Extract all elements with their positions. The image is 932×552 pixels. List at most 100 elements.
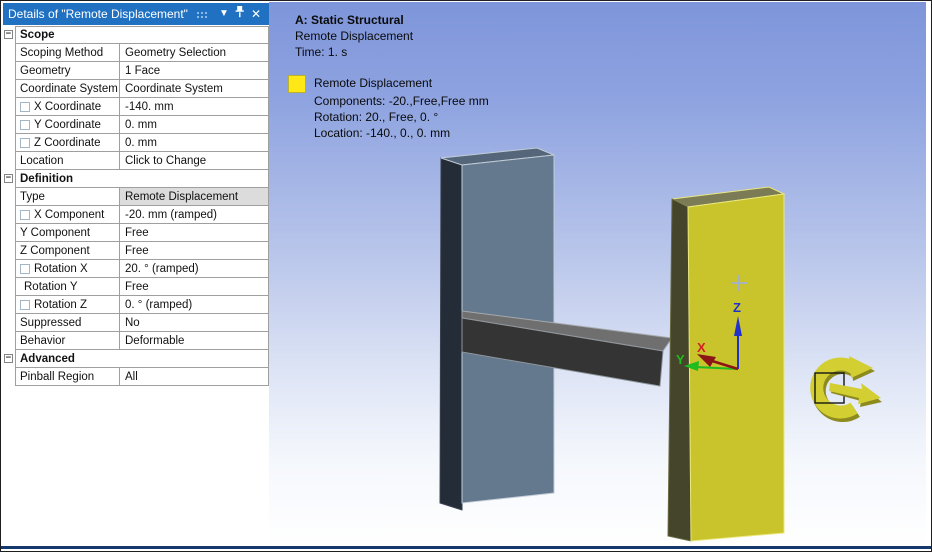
x-axis-label: X bbox=[697, 340, 706, 355]
row-gutter bbox=[3, 206, 15, 224]
parameter-checkbox[interactable] bbox=[20, 263, 30, 274]
row-gutter bbox=[3, 80, 15, 98]
details-row: Y Coordinate 0. mm bbox=[3, 116, 269, 134]
row-label-text: X Coordinate bbox=[34, 100, 102, 113]
details-row: Type Remote Displacement bbox=[3, 188, 269, 206]
row-value[interactable]: 20. ° (ramped) bbox=[120, 260, 268, 277]
row-value[interactable]: 0. mm bbox=[120, 116, 268, 133]
row-value[interactable]: No bbox=[120, 314, 268, 331]
section-label: Scope bbox=[20, 29, 55, 41]
row-value[interactable]: Free bbox=[120, 224, 268, 241]
row-label: Z Component bbox=[16, 242, 120, 259]
row-label-text: Z Coordinate bbox=[34, 136, 101, 149]
collapse-minus-icon[interactable]: − bbox=[4, 174, 13, 183]
details-row: Geometry 1 Face bbox=[3, 62, 269, 80]
row-value[interactable]: 0. ° (ramped) bbox=[120, 296, 268, 313]
row-gutter bbox=[3, 134, 15, 152]
row-label-text: Behavior bbox=[20, 334, 66, 347]
window-bottom-border bbox=[1, 546, 931, 549]
row-label-text: Z Component bbox=[20, 244, 90, 257]
y-axis-label: Y bbox=[676, 352, 685, 367]
geometry-svg: Z Y X bbox=[439, 147, 882, 542]
details-row: Behavior Deformable bbox=[3, 332, 269, 350]
details-row: X Component -20. mm (ramped) bbox=[3, 206, 269, 224]
row-value[interactable]: Click to Change bbox=[120, 152, 268, 169]
details-row: Z Coordinate 0. mm bbox=[3, 134, 269, 152]
support-plate-side-face[interactable] bbox=[439, 157, 463, 511]
row-label-text: Geometry bbox=[20, 64, 71, 77]
row-label: Y Coordinate bbox=[16, 116, 120, 133]
row-value[interactable]: 1 Face bbox=[120, 62, 268, 79]
details-section-row: − Scope bbox=[3, 26, 269, 44]
row-gutter bbox=[3, 242, 15, 260]
row-value[interactable]: Coordinate System bbox=[120, 80, 268, 97]
row-value[interactable]: All bbox=[120, 368, 268, 385]
row-gutter bbox=[3, 62, 15, 80]
row-gutter bbox=[3, 278, 15, 296]
close-icon[interactable]: ✕ bbox=[248, 3, 264, 25]
row-gutter bbox=[3, 314, 15, 332]
row-value[interactable]: Geometry Selection bbox=[120, 44, 268, 61]
details-row: Coordinate System Coordinate System bbox=[3, 80, 269, 98]
row-label-text: Location bbox=[20, 154, 64, 167]
row-gutter bbox=[3, 152, 15, 170]
details-row: Rotation Y Free bbox=[3, 278, 269, 296]
row-gutter bbox=[3, 368, 15, 386]
row-label: Rotation Y bbox=[16, 278, 120, 295]
drag-grip[interactable] bbox=[195, 10, 209, 20]
row-label-text: Coordinate System bbox=[20, 82, 118, 95]
details-row: Z Component Free bbox=[3, 242, 269, 260]
row-gutter bbox=[3, 296, 15, 314]
row-label-text: Rotation Z bbox=[34, 298, 88, 311]
row-gutter bbox=[3, 116, 15, 134]
details-row: Pinball Region All bbox=[3, 368, 269, 386]
row-label: Scoping Method bbox=[16, 44, 120, 61]
panel-header[interactable]: Details of "Remote Displacement" ▼ ✕ bbox=[3, 3, 269, 25]
row-label-text: Suppressed bbox=[20, 316, 82, 329]
row-value[interactable]: -140. mm bbox=[120, 98, 268, 115]
details-row: Suppressed No bbox=[3, 314, 269, 332]
collapse-minus-icon[interactable]: − bbox=[4, 30, 13, 39]
parameter-checkbox[interactable] bbox=[20, 209, 30, 220]
parameter-checkbox[interactable] bbox=[20, 299, 30, 310]
row-gutter bbox=[3, 332, 15, 350]
row-label-text: Scoping Method bbox=[20, 46, 104, 59]
parameter-checkbox[interactable] bbox=[20, 101, 30, 112]
row-label: Rotation X bbox=[16, 260, 120, 277]
chevron-down-icon[interactable]: ▼ bbox=[216, 3, 232, 25]
viewport-3d[interactable]: A: Static Structural Remote Displacement… bbox=[269, 2, 926, 546]
row-label-text: Y Coordinate bbox=[34, 118, 101, 131]
row-label-text: X Component bbox=[34, 208, 105, 221]
row-value[interactable]: Free bbox=[120, 242, 268, 259]
row-value[interactable]: Deformable bbox=[120, 332, 268, 349]
collapse-minus-icon[interactable]: − bbox=[4, 354, 13, 363]
details-panel: Details of "Remote Displacement" ▼ ✕ − Sc… bbox=[2, 2, 269, 550]
parameter-checkbox[interactable] bbox=[20, 137, 30, 148]
row-gutter: − bbox=[3, 26, 15, 44]
details-section-row: − Definition bbox=[3, 170, 269, 188]
pin-icon[interactable] bbox=[232, 1, 248, 28]
row-gutter bbox=[3, 260, 15, 278]
row-gutter bbox=[3, 224, 15, 242]
row-gutter bbox=[3, 188, 15, 206]
row-label: Type bbox=[16, 188, 120, 205]
details-row: Location Click to Change bbox=[3, 152, 269, 170]
row-label: Geometry bbox=[16, 62, 120, 79]
details-rows: − Scope Scoping Method Geometry Selection Ge… bbox=[3, 26, 269, 386]
row-label-text: Y Component bbox=[20, 226, 91, 239]
row-label: Z Coordinate bbox=[16, 134, 120, 151]
rotation-symbol bbox=[810, 356, 882, 422]
row-value[interactable]: 0. mm bbox=[120, 134, 268, 151]
row-value[interactable]: -20. mm (ramped) bbox=[120, 206, 268, 223]
details-row: Rotation X 20. ° (ramped) bbox=[3, 260, 269, 278]
row-value[interactable]: Remote Displacement bbox=[120, 188, 268, 205]
row-label: Behavior bbox=[16, 332, 120, 349]
row-value[interactable]: Free bbox=[120, 278, 268, 295]
row-gutter bbox=[3, 98, 15, 116]
row-label: X Coordinate bbox=[16, 98, 120, 115]
details-section-row: − Advanced bbox=[3, 350, 269, 368]
remote-plate-side-face[interactable] bbox=[667, 198, 692, 542]
parameter-checkbox[interactable] bbox=[20, 119, 30, 130]
details-row: Y Component Free bbox=[3, 224, 269, 242]
section-label: Definition bbox=[20, 172, 74, 185]
